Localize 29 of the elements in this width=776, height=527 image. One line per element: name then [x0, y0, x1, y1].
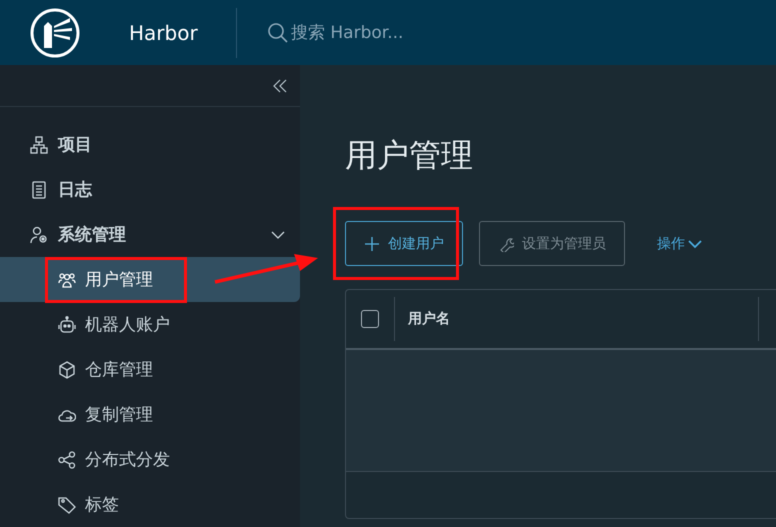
wrench-icon: [498, 236, 514, 252]
nav-icon: [30, 226, 48, 244]
nav-icon: [58, 270, 76, 288]
nav-item[interactable]: 复制管理: [0, 392, 300, 437]
nav-item[interactable]: 日志: [0, 167, 300, 212]
plus-icon: [364, 236, 380, 252]
toolbar-button[interactable]: 操作: [641, 221, 703, 266]
nav-item[interactable]: 机器人账户: [0, 302, 300, 347]
nav-icon: [30, 136, 48, 154]
nav-item[interactable]: 分布式分发: [0, 437, 300, 482]
search-icon: [267, 22, 289, 44]
collapse-icon[interactable]: [272, 78, 288, 94]
lighthouse-logo-icon: [30, 8, 80, 58]
toolbar-button[interactable]: 创建用户: [345, 221, 463, 266]
nav-item[interactable]: 标签: [0, 482, 300, 527]
search-field[interactable]: 搜索 Harbor...: [267, 17, 404, 48]
nav-item[interactable]: 仓库管理: [0, 347, 300, 392]
nav-icon: [58, 450, 76, 468]
nav-item[interactable]: 系统管理: [0, 212, 300, 257]
app-title: Harbor: [129, 20, 199, 44]
nav-icon: [30, 180, 48, 198]
nav-item[interactable]: 项目: [0, 122, 300, 167]
nav-icon: [58, 360, 76, 378]
page-title: 用户管理: [345, 135, 474, 175]
nav-item[interactable]: 用户管理: [0, 257, 300, 302]
select-all-checkbox[interactable]: [361, 310, 379, 328]
column-header[interactable]: 用户名: [395, 310, 758, 328]
nav-icon: [58, 316, 76, 334]
nav-icon: [58, 496, 76, 514]
